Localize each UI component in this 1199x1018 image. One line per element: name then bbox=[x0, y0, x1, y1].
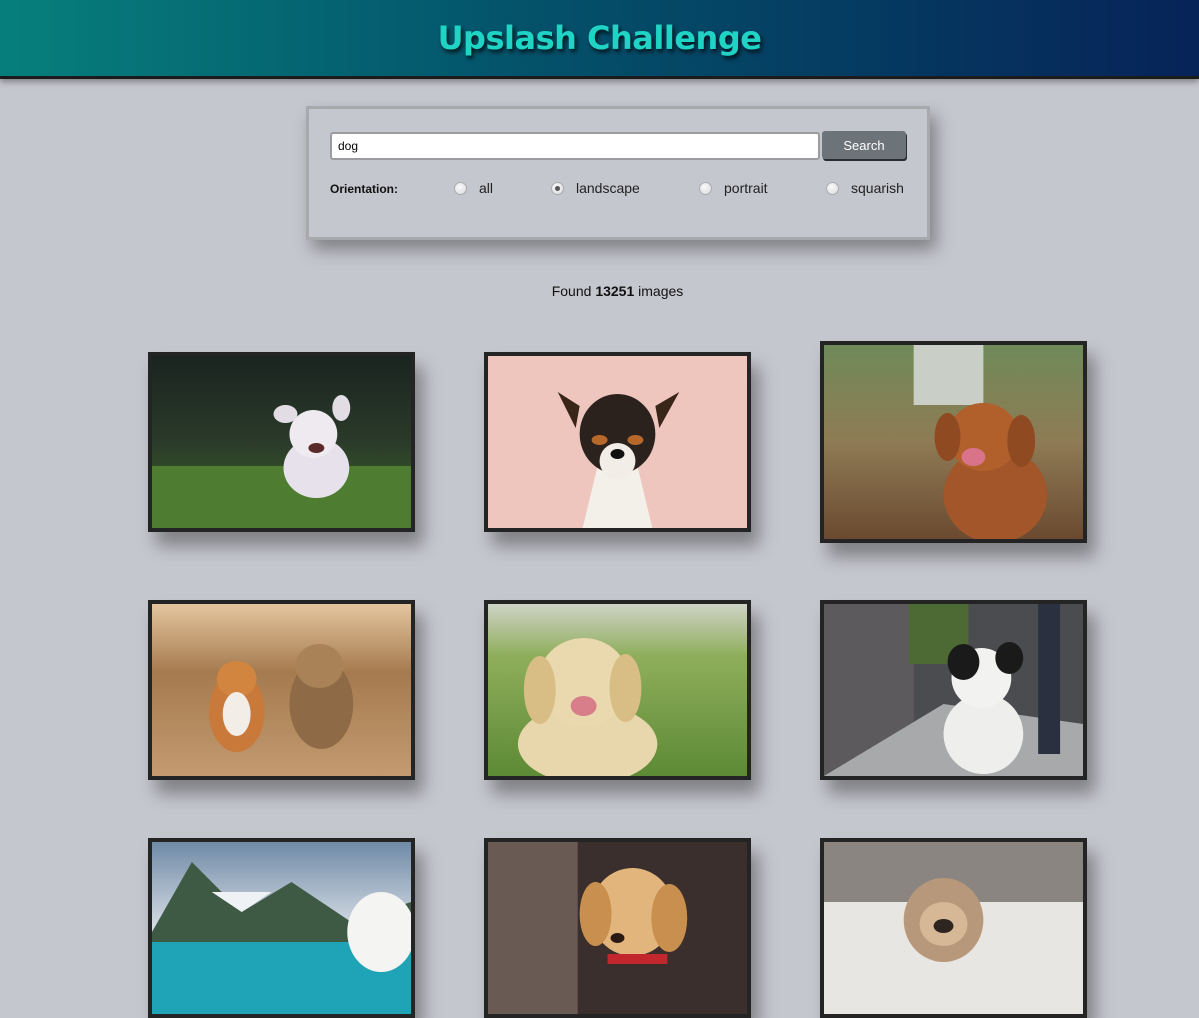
gallery-image-8[interactable] bbox=[484, 838, 751, 1018]
dog-photo bbox=[824, 604, 1083, 776]
dog-photo bbox=[488, 356, 747, 528]
radio-portrait[interactable] bbox=[699, 181, 712, 195]
gallery-image-6[interactable] bbox=[820, 600, 1087, 780]
dog-photo bbox=[152, 604, 411, 776]
radio-landscape[interactable] bbox=[551, 181, 564, 195]
gallery-image-9[interactable] bbox=[820, 838, 1087, 1018]
dog-photo bbox=[824, 345, 1083, 539]
orientation-option-label: landscape bbox=[576, 180, 640, 196]
radio-all[interactable] bbox=[454, 181, 467, 195]
dog-photo bbox=[152, 842, 411, 1014]
radio-squarish[interactable] bbox=[826, 181, 839, 195]
app-title: Upslash Challenge bbox=[437, 19, 762, 57]
gallery-image-5[interactable] bbox=[484, 600, 751, 780]
orientation-label: Orientation: bbox=[330, 182, 398, 196]
dog-photo bbox=[824, 842, 1083, 1014]
gallery-image-7[interactable] bbox=[148, 838, 415, 1018]
dog-photo bbox=[488, 604, 747, 776]
orientation-option-portrait[interactable]: portrait bbox=[699, 180, 768, 196]
orientation-option-label: portrait bbox=[724, 180, 768, 196]
results-count: Found 13251 images bbox=[551, 283, 684, 299]
gallery-image-4[interactable] bbox=[148, 600, 415, 780]
app-header: Upslash Challenge bbox=[0, 0, 1199, 79]
gallery-image-1[interactable] bbox=[148, 352, 415, 532]
search-button[interactable]: Search bbox=[822, 131, 906, 159]
dog-photo bbox=[488, 842, 747, 1014]
dog-photo bbox=[152, 356, 411, 528]
results-number: 13251 bbox=[595, 283, 635, 299]
orientation-option-all[interactable]: all bbox=[454, 180, 493, 196]
orientation-option-squarish[interactable]: squarish bbox=[826, 180, 904, 196]
orientation-option-landscape[interactable]: landscape bbox=[551, 180, 640, 196]
orientation-option-label: squarish bbox=[851, 180, 904, 196]
gallery-image-2[interactable] bbox=[484, 352, 751, 532]
gallery-image-3[interactable] bbox=[820, 341, 1087, 543]
search-input[interactable] bbox=[330, 132, 820, 160]
orientation-option-label: all bbox=[479, 180, 494, 196]
search-panel: Search Orientation: all landscape portra… bbox=[306, 106, 930, 240]
